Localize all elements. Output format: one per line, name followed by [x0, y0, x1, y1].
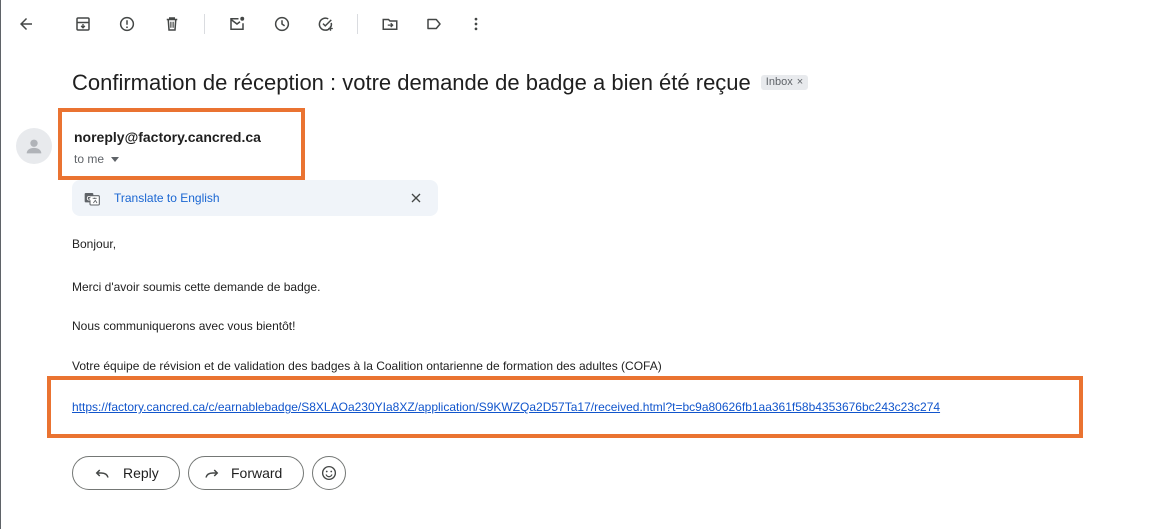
more-vert-icon: [474, 17, 478, 31]
report-spam-button[interactable]: [113, 10, 141, 38]
body-line-2: Nous communiquerons avec vous bientôt!: [72, 319, 296, 333]
sender-highlight-box: [58, 108, 305, 180]
delete-icon: [166, 17, 178, 31]
forward-icon: [205, 469, 219, 478]
forward-button[interactable]: Forward: [188, 456, 304, 490]
translate-bar: G Translate to English: [72, 180, 438, 216]
forward-label: Forward: [231, 465, 283, 481]
subject-text: Confirmation de réception : votre demand…: [72, 70, 751, 95]
body-line-1: Merci d'avoir soumis cette demande de ba…: [72, 280, 321, 294]
translate-link[interactable]: Translate to English: [114, 191, 220, 205]
toolbar-divider: [204, 14, 205, 34]
snooze-button[interactable]: [268, 10, 296, 38]
archive-icon: [76, 17, 90, 31]
more-options-button[interactable]: [462, 10, 490, 38]
back-button[interactable]: [12, 10, 40, 38]
mark-unread-button[interactable]: [223, 10, 251, 38]
back-arrow-icon: [20, 18, 32, 30]
svg-text:G: G: [87, 196, 92, 202]
move-to-button[interactable]: [376, 10, 404, 38]
inbox-label-chip: Inbox ×: [760, 74, 809, 90]
greeting-text: Bonjour,: [72, 237, 117, 251]
snooze-icon: [274, 16, 290, 32]
inbox-label-text: Inbox: [765, 75, 793, 88]
move-to-icon: [382, 18, 398, 30]
remove-label-button[interactable]: ×: [797, 76, 803, 88]
add-to-tasks-icon: [318, 17, 333, 31]
report-spam-icon: [119, 16, 135, 32]
archive-button[interactable]: [69, 10, 97, 38]
label-button[interactable]: [420, 10, 448, 38]
close-icon: [411, 193, 421, 203]
close-translate-button[interactable]: [406, 188, 426, 208]
email-toolbar: [0, 10, 1168, 38]
reply-button[interactable]: Reply: [72, 456, 180, 490]
translate-icon: G: [84, 193, 100, 206]
person-icon: [26, 139, 42, 154]
emoji-icon: [321, 465, 337, 481]
emoji-reaction-button[interactable]: [312, 456, 346, 490]
add-to-tasks-button[interactable]: [312, 10, 340, 38]
link-highlight-box: [47, 376, 1083, 438]
label-icon: [427, 18, 441, 30]
delete-button[interactable]: [158, 10, 186, 38]
mark-unread-icon: [230, 16, 245, 30]
reply-label: Reply: [123, 465, 159, 481]
reply-icon: [95, 469, 109, 478]
window-edge: [0, 0, 1, 529]
email-subject: Confirmation de réception : votre demand…: [72, 70, 809, 96]
signature-text: Votre équipe de révision et de validatio…: [72, 359, 662, 373]
sender-avatar[interactable]: [16, 128, 52, 164]
toolbar-divider: [357, 14, 358, 34]
